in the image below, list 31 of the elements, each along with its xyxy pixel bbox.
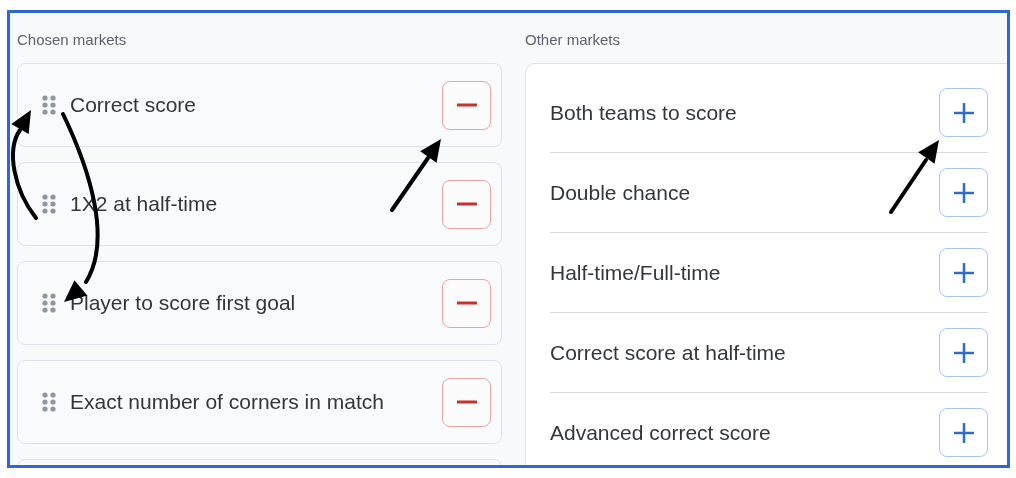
drag-handle-icon[interactable]: [42, 194, 56, 214]
add-button[interactable]: [939, 328, 988, 377]
plus-icon: [953, 262, 974, 283]
drag-handle-icon[interactable]: [42, 95, 56, 115]
minus-icon: [456, 103, 477, 107]
market-label: Double chance: [550, 180, 692, 205]
remove-button[interactable]: [442, 377, 491, 427]
plus-icon: [953, 182, 974, 203]
section-heading: Chosen markets: [17, 31, 128, 49]
add-button[interactable]: [939, 88, 988, 137]
minus-icon: [456, 202, 477, 206]
market-label: Both teams to score: [550, 100, 738, 125]
remove-button[interactable]: [442, 80, 491, 130]
add-button[interactable]: [939, 248, 988, 297]
market-label: Correct score: [70, 93, 198, 117]
market-label: Correct score at half-time: [550, 340, 787, 365]
plus-icon: [953, 342, 974, 363]
drag-handle-icon[interactable]: [42, 293, 56, 313]
add-button[interactable]: [939, 408, 988, 457]
market-label: Advanced correct score: [550, 420, 772, 445]
remove-button[interactable]: [442, 179, 491, 229]
remove-button[interactable]: [442, 278, 491, 328]
market-label: Half-time/Full-time: [550, 260, 722, 285]
section-heading: Other markets: [525, 31, 622, 49]
add-button[interactable]: [939, 168, 988, 217]
drag-handle-icon[interactable]: [42, 392, 56, 412]
market-label: Exact number of corners in match: [70, 390, 385, 414]
minus-icon: [456, 400, 477, 404]
minus-icon: [456, 301, 477, 305]
plus-icon: [953, 102, 974, 123]
plus-icon: [953, 422, 974, 443]
